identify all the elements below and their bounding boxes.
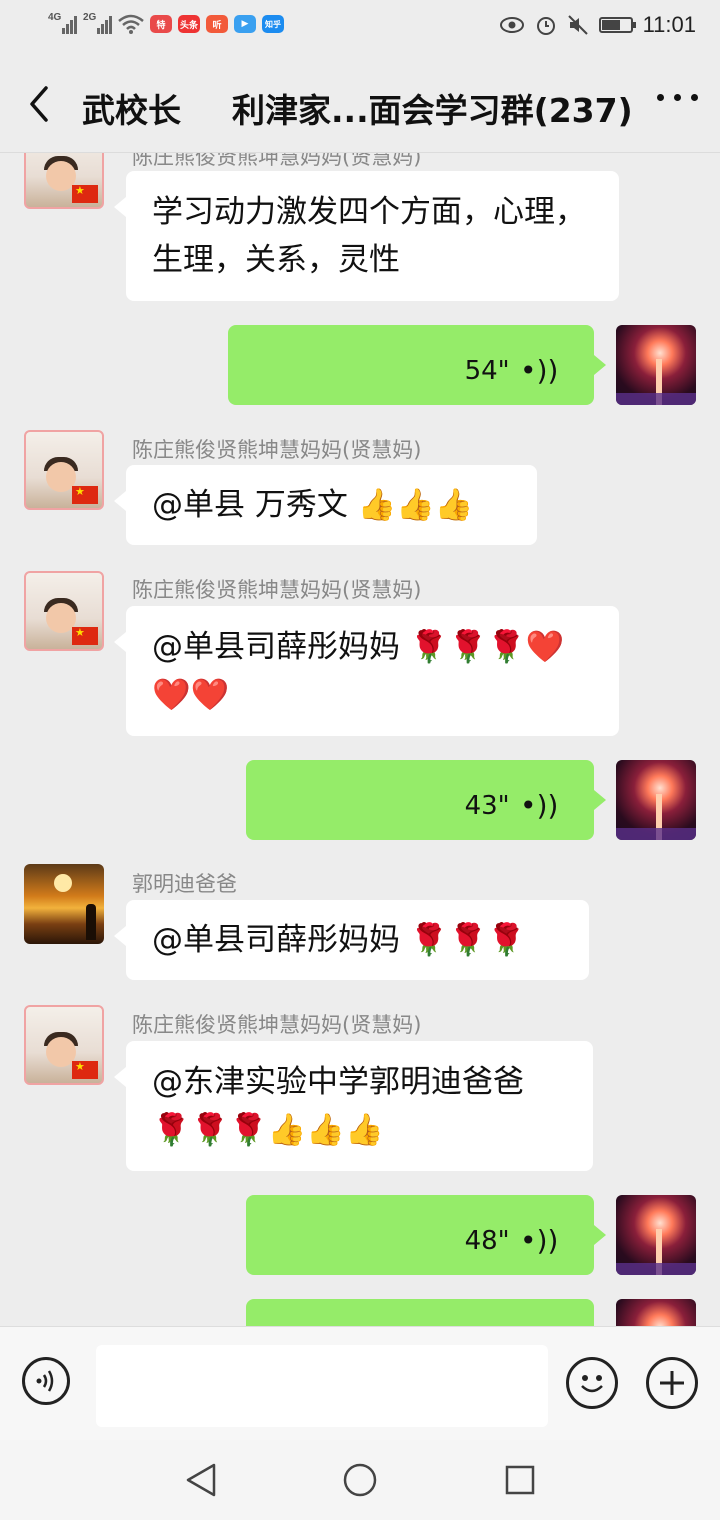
battery-icon	[598, 17, 636, 33]
mute-icon	[567, 15, 588, 35]
message-bubble[interactable]: @单县司薛彤妈妈 🌹🌹🌹	[114, 900, 589, 980]
sender-avatar[interactable]	[24, 153, 104, 209]
self-avatar[interactable]	[616, 760, 696, 840]
signal-2g-icon: 2G	[83, 12, 112, 34]
message-bubble[interactable]: @单县 万秀文 👍👍👍	[114, 465, 537, 545]
chat-message-list[interactable]: 陈庄熊俊贤熊坤慧妈妈(贤慧妈) 学习动力激发四个方面，心理， 生理，关系，灵性 …	[0, 153, 720, 1326]
voice-wave-icon: ((•	[519, 789, 558, 822]
system-recents-icon[interactable]	[504, 1464, 536, 1496]
message-line: @单县 万秀文 👍👍👍	[152, 487, 474, 523]
more-options-icon[interactable]	[657, 94, 698, 101]
voice-message-bubble[interactable]	[246, 1299, 594, 1326]
message-line: 生理，关系，灵性	[152, 242, 400, 278]
message-line: @单县司薛彤妈妈 🌹🌹🌹❤️	[152, 629, 565, 665]
sender-avatar[interactable]	[24, 1005, 104, 1085]
zhihu-icon: 知乎	[262, 15, 284, 33]
message-bubble[interactable]: @东津实验中学郭明迪爸爸 🌹🌹🌹👍👍👍	[114, 1041, 593, 1171]
sender-name: 陈庄熊俊贤熊坤慧妈妈(贤慧妈)	[132, 153, 422, 169]
message-line: 学习动力激发四个方面，心理，	[152, 194, 586, 230]
back-contact-label[interactable]: 武校长	[82, 84, 181, 132]
voice-duration: 48"	[464, 1226, 510, 1256]
sender-avatar[interactable]	[24, 864, 104, 944]
system-home-icon[interactable]	[342, 1462, 378, 1498]
app-notification-icon: 特	[150, 15, 172, 33]
self-avatar[interactable]	[616, 1195, 696, 1275]
message-bubble[interactable]: 学习动力激发四个方面，心理， 生理，关系，灵性	[114, 171, 619, 301]
voice-wave-icon: ((•	[519, 354, 558, 387]
voice-wave-icon: ((•	[519, 1224, 558, 1257]
group-title: 利津家...面会学习群(237)	[232, 91, 633, 130]
status-right: 11:01	[499, 12, 696, 38]
self-avatar[interactable]	[616, 1299, 696, 1326]
sender-name: 郭明迪爸爸	[132, 872, 237, 896]
sender-name: 陈庄熊俊贤熊坤慧妈妈(贤慧妈)	[132, 1013, 422, 1037]
status-bar: 4G 2G 特 头条 听 ▶ 知乎 11:01	[0, 0, 720, 56]
toutiao-icon: 头条	[178, 15, 200, 33]
system-navigation-bar	[0, 1440, 720, 1520]
voice-message-bubble[interactable]: 54" ((•	[228, 325, 606, 405]
message-line: ❤️❤️	[152, 677, 230, 713]
sender-name: 陈庄熊俊贤熊坤慧妈妈(贤慧妈)	[132, 578, 422, 602]
voice-duration: 54"	[464, 356, 510, 386]
sender-name: 陈庄熊俊贤熊坤慧妈妈(贤慧妈)	[132, 438, 422, 462]
back-arrow-icon[interactable]	[24, 84, 56, 124]
eye-icon	[499, 17, 524, 33]
ting-icon: 听	[206, 15, 228, 33]
voice-input-toggle-icon[interactable]	[22, 1357, 70, 1405]
status-time: 11:01	[642, 12, 696, 37]
status-left: 4G 2G 特 头条 听 ▶ 知乎	[48, 12, 284, 34]
message-text-input[interactable]	[96, 1345, 548, 1427]
alarm-icon	[536, 17, 555, 35]
input-bar	[0, 1326, 720, 1441]
system-back-icon[interactable]	[184, 1462, 218, 1498]
self-avatar[interactable]	[616, 325, 696, 405]
sender-avatar[interactable]	[24, 571, 104, 651]
message-line: @东津实验中学郭明迪爸爸	[152, 1064, 524, 1100]
message-line: 🌹🌹🌹👍👍👍	[152, 1112, 384, 1148]
sender-avatar[interactable]	[24, 430, 104, 510]
wifi-icon	[118, 14, 144, 34]
voice-duration: 43"	[464, 791, 510, 821]
more-functions-plus-icon[interactable]	[646, 1357, 698, 1409]
voice-message-bubble[interactable]: 43" ((•	[246, 760, 606, 840]
message-line: @单县司薛彤妈妈 🌹🌹🌹	[152, 922, 526, 958]
video-app-icon: ▶	[234, 15, 256, 33]
voice-message-bubble[interactable]: 48" ((•	[246, 1195, 606, 1275]
message-bubble[interactable]: @单县司薛彤妈妈 🌹🌹🌹❤️ ❤️❤️	[114, 606, 619, 736]
signal-4g-icon: 4G	[48, 12, 77, 34]
emoji-button-icon[interactable]	[566, 1357, 618, 1409]
chat-header: 武校长 利津家...面会学习群(237)	[0, 56, 720, 153]
